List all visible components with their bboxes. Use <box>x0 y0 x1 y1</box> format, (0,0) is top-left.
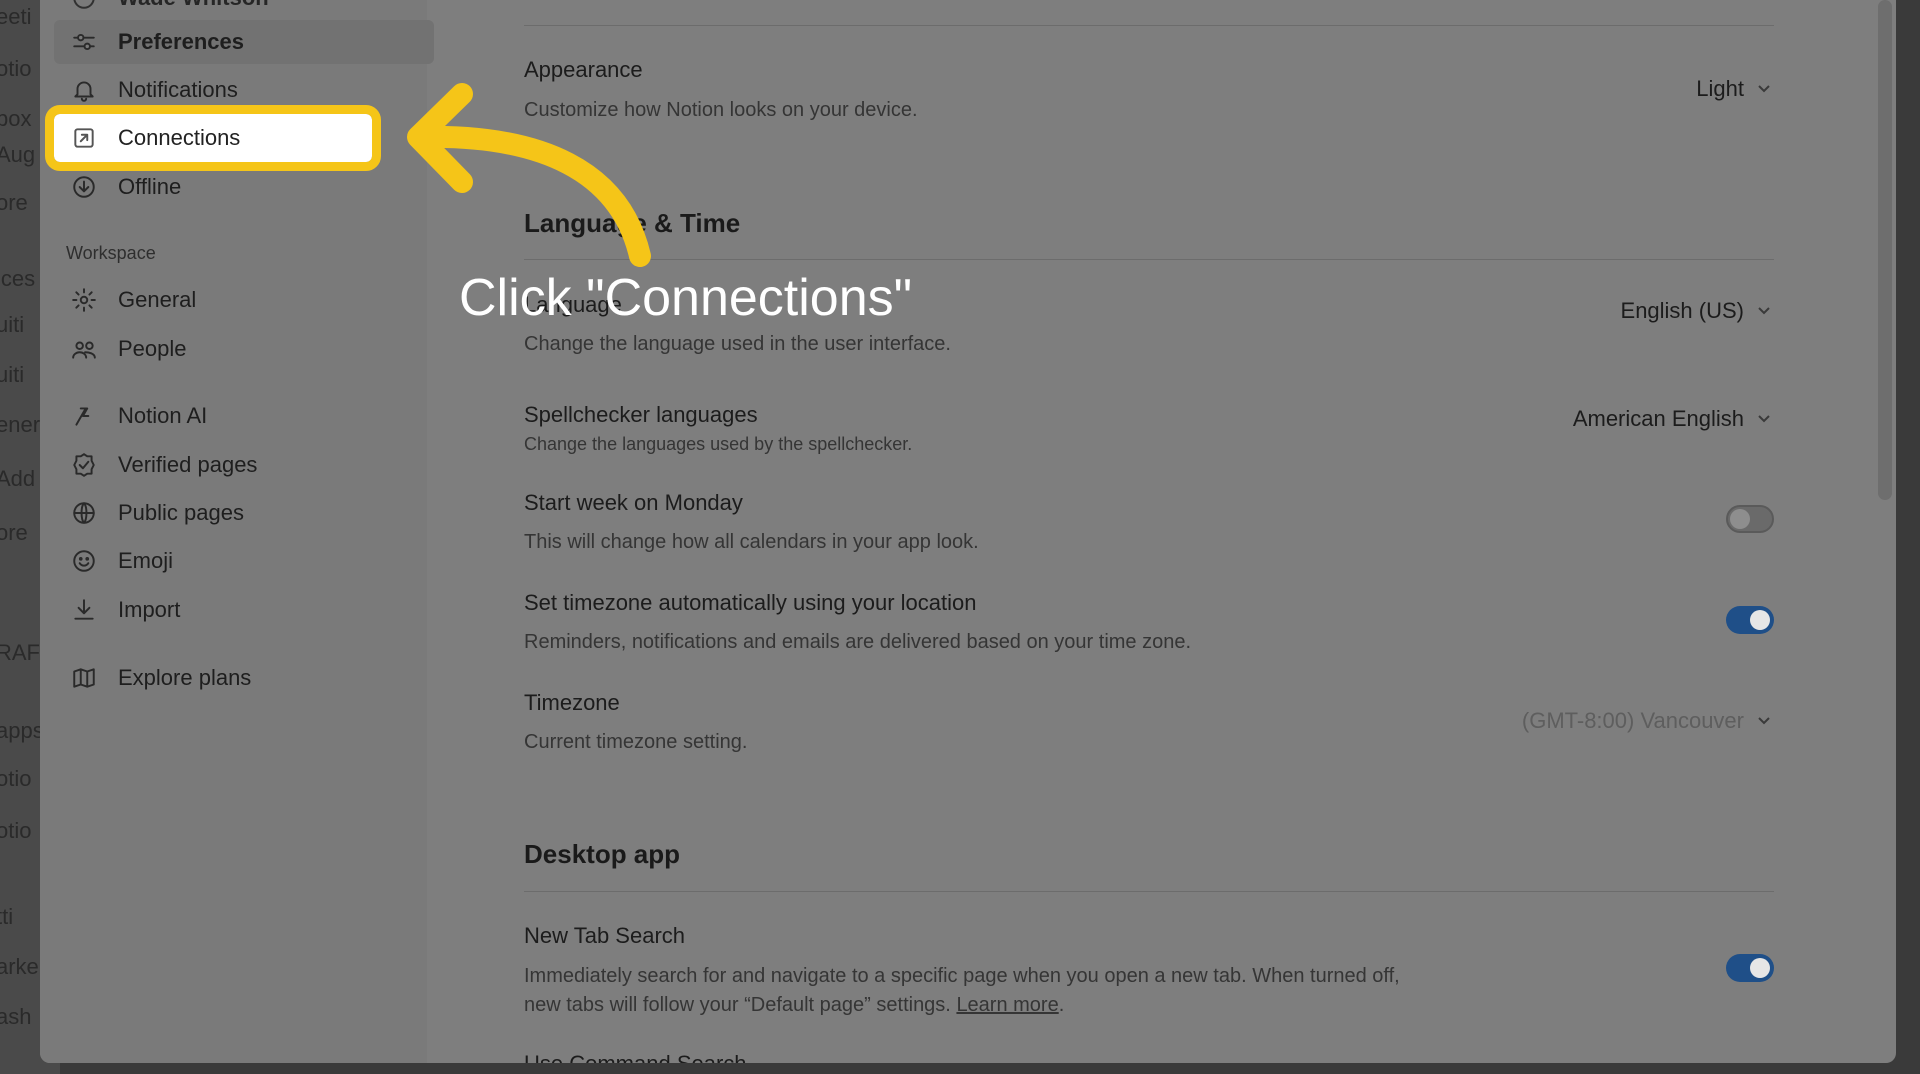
settings-content: Appearance Customize how Notion looks on… <box>40 0 1896 1063</box>
new-tab-search-desc-1: Immediately search for and navigate to a… <box>524 965 1400 987</box>
language-time-section-title: Language & Time <box>524 208 741 238</box>
bg-fragment: ore <box>0 520 28 545</box>
timezone-title: Timezone <box>524 690 620 715</box>
spellchecker-dropdown[interactable]: American English <box>1573 406 1772 432</box>
divider <box>524 891 1774 892</box>
spellchecker-title: Spellchecker languages <box>524 402 758 427</box>
scrollbar[interactable] <box>1878 0 1892 500</box>
appearance-desc: Customize how Notion looks on your devic… <box>524 99 918 121</box>
bg-fragment: ices <box>0 266 36 291</box>
spellchecker-value: American English <box>1572 406 1744 431</box>
command-search-title: Use Command Search <box>524 1051 747 1063</box>
chevron-down-icon <box>1756 708 1772 734</box>
chevron-down-icon <box>1756 406 1772 432</box>
appearance-title: Appearance <box>524 57 643 82</box>
timezone-desc: Current timezone setting. <box>524 731 748 753</box>
bg-fragment: RAF <box>0 640 40 665</box>
new-tab-search-desc-text: new tabs will follow your “Default page”… <box>524 994 951 1016</box>
start-week-desc: This will change how all calendars in yo… <box>524 531 979 553</box>
auto-timezone-desc: Reminders, notifications and emails are … <box>524 631 1192 653</box>
bg-fragment: Add <box>0 466 36 491</box>
language-dropdown[interactable]: English (US) <box>1621 298 1772 324</box>
auto-timezone-title: Set timezone automatically using your lo… <box>524 590 977 615</box>
bg-fragment: ener <box>0 412 41 437</box>
auto-timezone-toggle[interactable] <box>1726 606 1774 634</box>
language-desc: Change the language used in the user int… <box>524 333 951 355</box>
bg-fragment: eeti <box>0 4 32 29</box>
bg-fragment: otio <box>0 818 32 843</box>
bg-fragment: uiti <box>0 312 25 337</box>
divider <box>524 25 1774 26</box>
timezone-dropdown[interactable]: (GMT-8:00) Vancouver <box>1522 708 1772 734</box>
new-tab-search-toggle[interactable] <box>1726 954 1774 982</box>
bg-fragment: ash <box>0 1004 32 1029</box>
timezone-value: (GMT-8:00) Vancouver <box>1521 708 1744 733</box>
settings-modal: Wade Whitson Preferences Notifications C… <box>40 0 1896 1063</box>
bg-fragment: arke <box>0 954 39 979</box>
bg-fragment: apps <box>0 718 44 743</box>
start-week-toggle[interactable] <box>1726 505 1774 533</box>
appearance-value: Light <box>1696 76 1744 101</box>
appearance-dropdown[interactable]: Light <box>1696 76 1772 102</box>
bg-fragment: otio <box>0 56 32 81</box>
chevron-down-icon <box>1756 298 1772 324</box>
language-value: English (US) <box>1620 298 1744 323</box>
learn-more-link[interactable]: Learn more <box>956 994 1058 1016</box>
instruction-text: Click "Connections" <box>459 269 913 327</box>
bg-fragment: otio <box>0 766 32 791</box>
toggle-knob <box>1750 958 1770 978</box>
bg-fragment: ore <box>0 190 28 215</box>
bg-fragment: box <box>0 106 32 131</box>
divider <box>524 259 1774 260</box>
spellchecker-desc: Change the languages used by the spellch… <box>524 434 913 454</box>
toggle-knob <box>1750 610 1770 630</box>
desktop-app-section-title: Desktop app <box>524 839 681 869</box>
toggle-knob <box>1730 509 1750 529</box>
bg-fragment: uiti <box>0 362 25 387</box>
new-tab-search-title: New Tab Search <box>524 923 686 948</box>
start-week-title: Start week on Monday <box>524 490 743 515</box>
new-tab-search-desc-2: new tabs will follow your “Default page”… <box>524 994 1065 1016</box>
bg-fragment: Aug <box>0 142 36 167</box>
chevron-down-icon <box>1756 76 1772 102</box>
bg-fragment: tti <box>0 904 14 929</box>
